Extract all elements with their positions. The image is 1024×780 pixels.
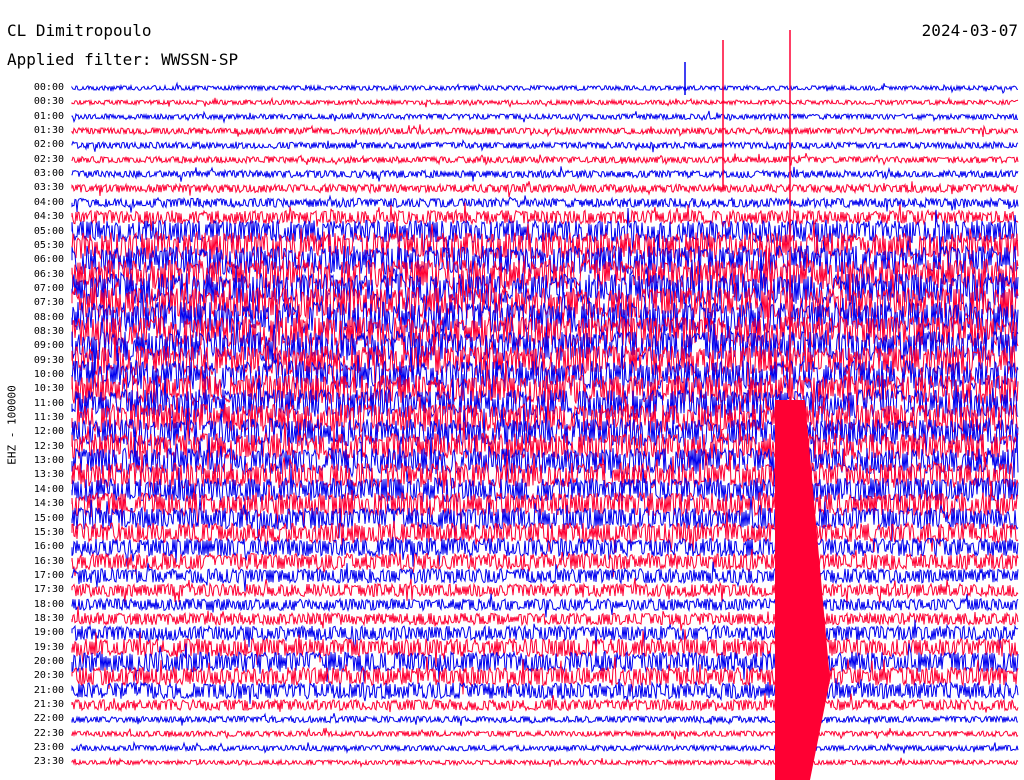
trace-row xyxy=(71,548,1019,578)
trace-row xyxy=(71,166,1019,182)
trace-row xyxy=(71,96,1019,108)
trace-row xyxy=(71,152,1019,166)
trace-row xyxy=(71,740,1019,754)
trace-row xyxy=(71,194,1019,213)
trace-row xyxy=(71,181,1019,198)
trace-row xyxy=(71,656,1019,696)
trace-row xyxy=(71,727,1019,740)
trace-row xyxy=(71,712,1019,726)
helicorder-plot xyxy=(71,30,1019,780)
trace-row xyxy=(71,124,1018,138)
trace-row xyxy=(71,593,1019,618)
trace-row xyxy=(71,139,1019,153)
trace-row xyxy=(71,756,1019,769)
trace-row xyxy=(71,110,1019,124)
trace-row xyxy=(71,81,1019,94)
